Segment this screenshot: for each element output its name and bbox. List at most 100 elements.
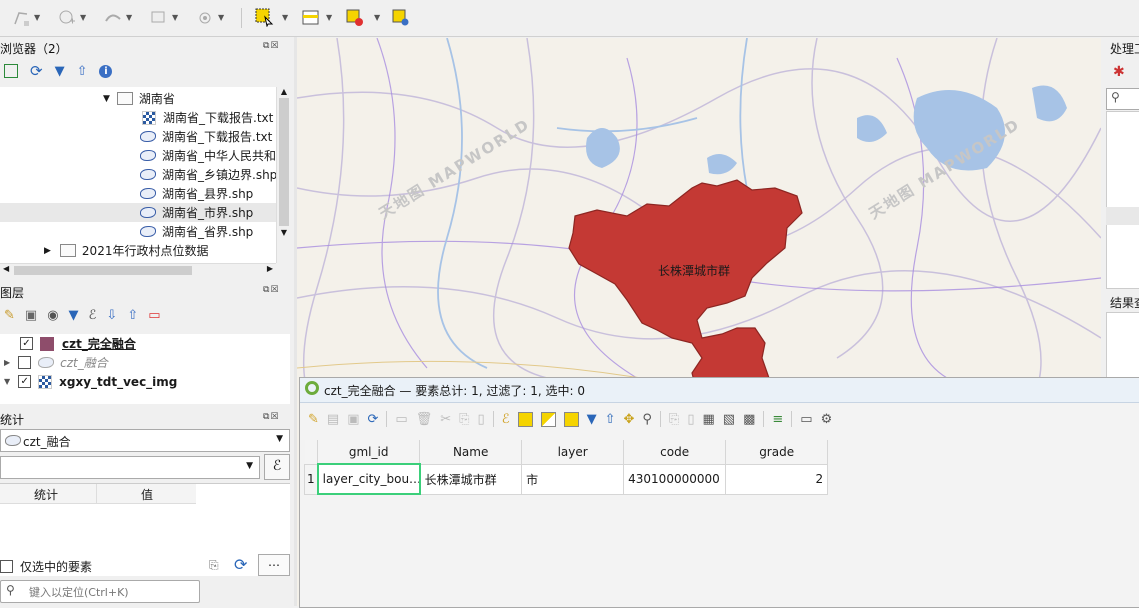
tree-item-selected[interactable]: 湖南省_市界.shp xyxy=(140,203,253,222)
identify-icon[interactable] xyxy=(390,7,412,29)
new-field-icon[interactable]: ▦ xyxy=(702,412,714,427)
layer-checkbox[interactable] xyxy=(18,356,32,369)
refresh-icon[interactable]: ⟳ xyxy=(30,62,43,80)
stats-col-header[interactable]: 值 xyxy=(141,486,153,503)
layer-item[interactable]: ✓ czt_完全融合 xyxy=(20,334,136,353)
table-cell[interactable]: 长株潭城市群 xyxy=(419,463,523,495)
tree-item[interactable]: ▶ 2021年行政村点位数据 xyxy=(44,241,208,260)
expand-arrow-icon[interactable]: ▼ xyxy=(103,94,110,104)
table-row[interactable]: 1 layer_city_bou… 长株潭城市群 市 430100000000 … xyxy=(303,463,829,495)
refresh-icon[interactable]: ⟳ xyxy=(234,555,247,574)
tree-item[interactable]: 湖南省_乡镇边界.shp xyxy=(140,165,276,184)
column-header[interactable]: code xyxy=(623,440,727,465)
column-header[interactable]: layer xyxy=(521,440,625,465)
dock-buttons[interactable]: ⧉☒ xyxy=(263,412,280,422)
invert-selection-icon[interactable] xyxy=(540,411,556,427)
table-cell-active[interactable]: layer_city_bou… xyxy=(316,463,421,495)
filter-icon[interactable]: ▼ xyxy=(587,412,597,427)
tree-item[interactable]: 湖南省_下载报告.txt xyxy=(142,108,273,127)
layer-checkbox[interactable]: ✓ xyxy=(20,337,33,350)
row-number[interactable]: 1 xyxy=(303,463,319,495)
expression-filter-icon[interactable]: ℰ xyxy=(89,308,97,323)
tree-item[interactable]: ▼ 湖南省 xyxy=(103,89,175,108)
move-selection-top-icon[interactable]: ⇧ xyxy=(605,412,616,427)
reload-icon[interactable]: ⟳ xyxy=(368,412,379,427)
filter-icon[interactable]: ▼ xyxy=(69,308,79,323)
window-titlebar[interactable]: czt_完全融合 — 要素总计: 1, 过滤了: 1, 选中: 0 xyxy=(300,378,1139,403)
style-brush-icon[interactable]: ✎ xyxy=(4,308,15,323)
tree-item[interactable]: 湖南省_中华人民共和 xyxy=(140,146,276,165)
table-cell[interactable]: 2 xyxy=(725,463,829,495)
multi-edit-icon[interactable]: ▤ xyxy=(327,412,339,427)
field-select[interactable]: ▼ xyxy=(0,456,260,479)
table-cell[interactable]: 430100000000 xyxy=(623,463,727,495)
folder-icon xyxy=(116,92,133,105)
deselect-icon[interactable] xyxy=(563,411,579,427)
toolbox-tree xyxy=(1106,111,1139,289)
layer-item[interactable]: ▶ czt_融合 xyxy=(4,353,108,372)
remove-layer-icon[interactable]: ▭ xyxy=(148,308,160,323)
toolbox-search[interactable]: ⚲ xyxy=(1106,88,1139,110)
cut-icon[interactable]: ✂ xyxy=(440,412,451,427)
dock-window-icon[interactable]: ▭ xyxy=(800,412,812,427)
layer-select[interactable]: czt_融合 ▼ xyxy=(0,429,290,452)
horizontal-scrollbar[interactable]: ◀ ▶ xyxy=(0,263,276,277)
vertex-icon[interactable] xyxy=(194,7,216,29)
visibility-eye-icon[interactable]: ◉ xyxy=(47,308,58,323)
add-polygon-icon[interactable] xyxy=(148,7,170,29)
table-cell[interactable]: 市 xyxy=(521,463,625,495)
copy-icon[interactable]: ⎘ xyxy=(459,412,469,427)
zoom-to-selection-icon[interactable]: ⚲ xyxy=(642,412,652,427)
column-header[interactable]: grade xyxy=(725,440,829,465)
conditional-format-icon[interactable]: ≡ xyxy=(772,412,783,427)
select-rect-icon[interactable] xyxy=(253,6,275,28)
deselect-icon[interactable] xyxy=(344,7,366,29)
tree-item[interactable]: 湖南省_省界.shp xyxy=(140,222,253,241)
filter-icon[interactable]: ▼ xyxy=(55,64,65,79)
add-point-icon[interactable] xyxy=(56,7,78,29)
select-all-icon[interactable] xyxy=(517,411,533,427)
expand-all-icon[interactable]: ⇩ xyxy=(106,308,117,323)
search-icon: ⚲ xyxy=(6,583,15,597)
more-button[interactable]: … xyxy=(258,554,290,576)
digitize-icon[interactable] xyxy=(10,7,32,29)
select-expression-icon[interactable]: ℰ xyxy=(502,412,510,427)
expand-arrow-icon[interactable]: ▼ xyxy=(4,377,10,386)
expression-button[interactable]: ℰ xyxy=(264,454,290,480)
paste-rows-icon[interactable]: ▯ xyxy=(687,412,694,427)
add-selected-icon[interactable] xyxy=(4,64,18,78)
dock-buttons[interactable]: ⧉☒ xyxy=(263,285,280,295)
tree-item[interactable]: 湖南省_下载报告.txt xyxy=(140,127,272,146)
add-group-icon[interactable]: ▣ xyxy=(25,308,37,323)
delete-icon[interactable]: 🗑 xyxy=(416,412,433,427)
dock-buttons[interactable]: ⧉☒ xyxy=(263,41,280,51)
actions-icon[interactable]: ⚙ xyxy=(821,412,833,427)
layer-item[interactable]: ▼ ✓ xgxy_tdt_vec_img xyxy=(4,372,177,391)
edit-pencil-icon[interactable]: ✎ xyxy=(308,412,319,427)
paste-icon[interactable]: ▯ xyxy=(478,412,485,427)
field-calculator-icon[interactable]: ▩ xyxy=(743,412,755,427)
add-line-icon[interactable] xyxy=(102,7,124,29)
copy-rows-icon[interactable]: ⎘ xyxy=(669,412,679,427)
attribute-table-icon[interactable] xyxy=(300,7,322,29)
tree-item[interactable]: 湖南省_县界.shp xyxy=(140,184,253,203)
collapse-all-icon[interactable]: ⇧ xyxy=(127,308,138,323)
gear-icon[interactable]: ✱ xyxy=(1113,64,1125,80)
vertical-scrollbar[interactable]: ▲ ▼ xyxy=(276,87,291,263)
stats-col-header[interactable]: 统计 xyxy=(34,486,58,503)
selected-only-checkbox[interactable]: 仅选中的要素 xyxy=(0,558,92,575)
collapse-all-icon[interactable]: ⇧ xyxy=(77,64,88,79)
delete-field-icon[interactable]: ▧ xyxy=(723,412,735,427)
add-feature-icon[interactable]: ▭ xyxy=(395,412,407,427)
save-icon[interactable]: ▣ xyxy=(347,412,359,427)
copy-icon[interactable]: ⎘ xyxy=(209,558,219,573)
expand-arrow-icon[interactable]: ▶ xyxy=(4,358,10,367)
column-header[interactable]: gml_id xyxy=(317,440,421,465)
info-icon[interactable]: i xyxy=(99,64,113,78)
layer-checkbox[interactable]: ✓ xyxy=(18,375,32,388)
expand-arrow-icon[interactable]: ▶ xyxy=(44,246,51,256)
search-icon: ⚲ xyxy=(1111,90,1120,104)
column-header[interactable]: Name xyxy=(419,440,523,465)
pan-to-selection-icon[interactable]: ✥ xyxy=(623,412,634,427)
locator-search[interactable]: ⚲ 键入以定位(Ctrl+K) xyxy=(0,580,200,603)
